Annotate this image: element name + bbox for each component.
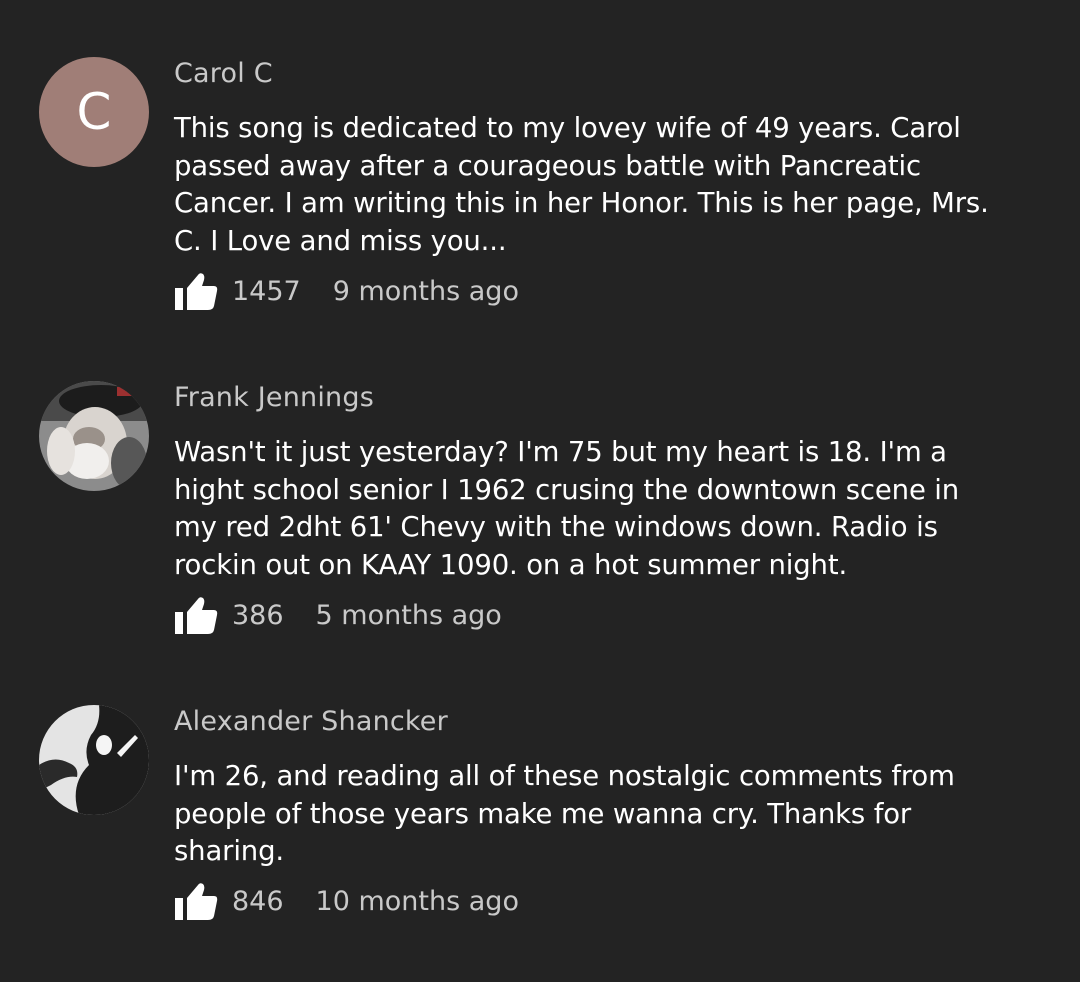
comment-text-line: rockin out on KAAY 1090. on a hot summer… bbox=[174, 549, 848, 582]
avatar[interactable] bbox=[39, 705, 149, 815]
comment-meta: 386 5 months ago bbox=[174, 595, 502, 635]
comment-author[interactable]: Alexander Shancker bbox=[174, 706, 448, 737]
comment-text-line: C. I Love and miss you... bbox=[174, 225, 507, 258]
avatar[interactable] bbox=[39, 381, 149, 491]
avatar-photo bbox=[39, 705, 149, 815]
comment-author[interactable]: Frank Jennings bbox=[174, 382, 374, 413]
comment-text-line: Cancer. I am writing this in her Honor. … bbox=[174, 187, 989, 220]
like-count: 846 bbox=[232, 885, 284, 917]
comment-text-line: sharing. bbox=[174, 835, 284, 868]
comment-text: This song is dedicated to my lovey wife … bbox=[174, 110, 1054, 261]
thumbs-up-icon[interactable] bbox=[174, 881, 218, 921]
comment-text-line: This song is dedicated to my lovey wife … bbox=[174, 112, 961, 144]
comment-text-line: I'm 26, and reading all of these nostalg… bbox=[174, 760, 955, 792]
thumbs-up-icon[interactable] bbox=[174, 595, 218, 635]
comment-text-line: my red 2dht 61' Chevy with the windows d… bbox=[174, 511, 938, 544]
avatar-photo bbox=[39, 381, 149, 491]
comment-text: I'm 26, and reading all of these nostalg… bbox=[174, 758, 1054, 871]
comment-timestamp: 5 months ago bbox=[315, 599, 502, 631]
comment-timestamp: 9 months ago bbox=[332, 275, 519, 307]
comment-author[interactable]: Carol C bbox=[174, 58, 273, 89]
comment-timestamp: 10 months ago bbox=[315, 885, 519, 917]
comment-text-line: passed away after a courageous battle wi… bbox=[174, 149, 921, 182]
like-count: 1457 bbox=[232, 275, 301, 307]
comment-text-line: people of those years make me wanna cry.… bbox=[174, 797, 912, 830]
comment-text-line: hight school senior I 1962 crusing the d… bbox=[174, 473, 960, 506]
avatar-letter: C bbox=[76, 83, 112, 141]
avatar[interactable]: C bbox=[39, 57, 149, 167]
comment-meta: 1457 9 months ago bbox=[174, 271, 519, 311]
like-count: 386 bbox=[232, 599, 284, 631]
comment-text: Wasn't it just yesterday? I'm 75 but my … bbox=[174, 434, 1054, 585]
thumbs-up-icon[interactable] bbox=[174, 271, 218, 311]
comment-text-line: Wasn't it just yesterday? I'm 75 but my … bbox=[174, 436, 947, 468]
comment-meta: 846 10 months ago bbox=[174, 881, 519, 921]
